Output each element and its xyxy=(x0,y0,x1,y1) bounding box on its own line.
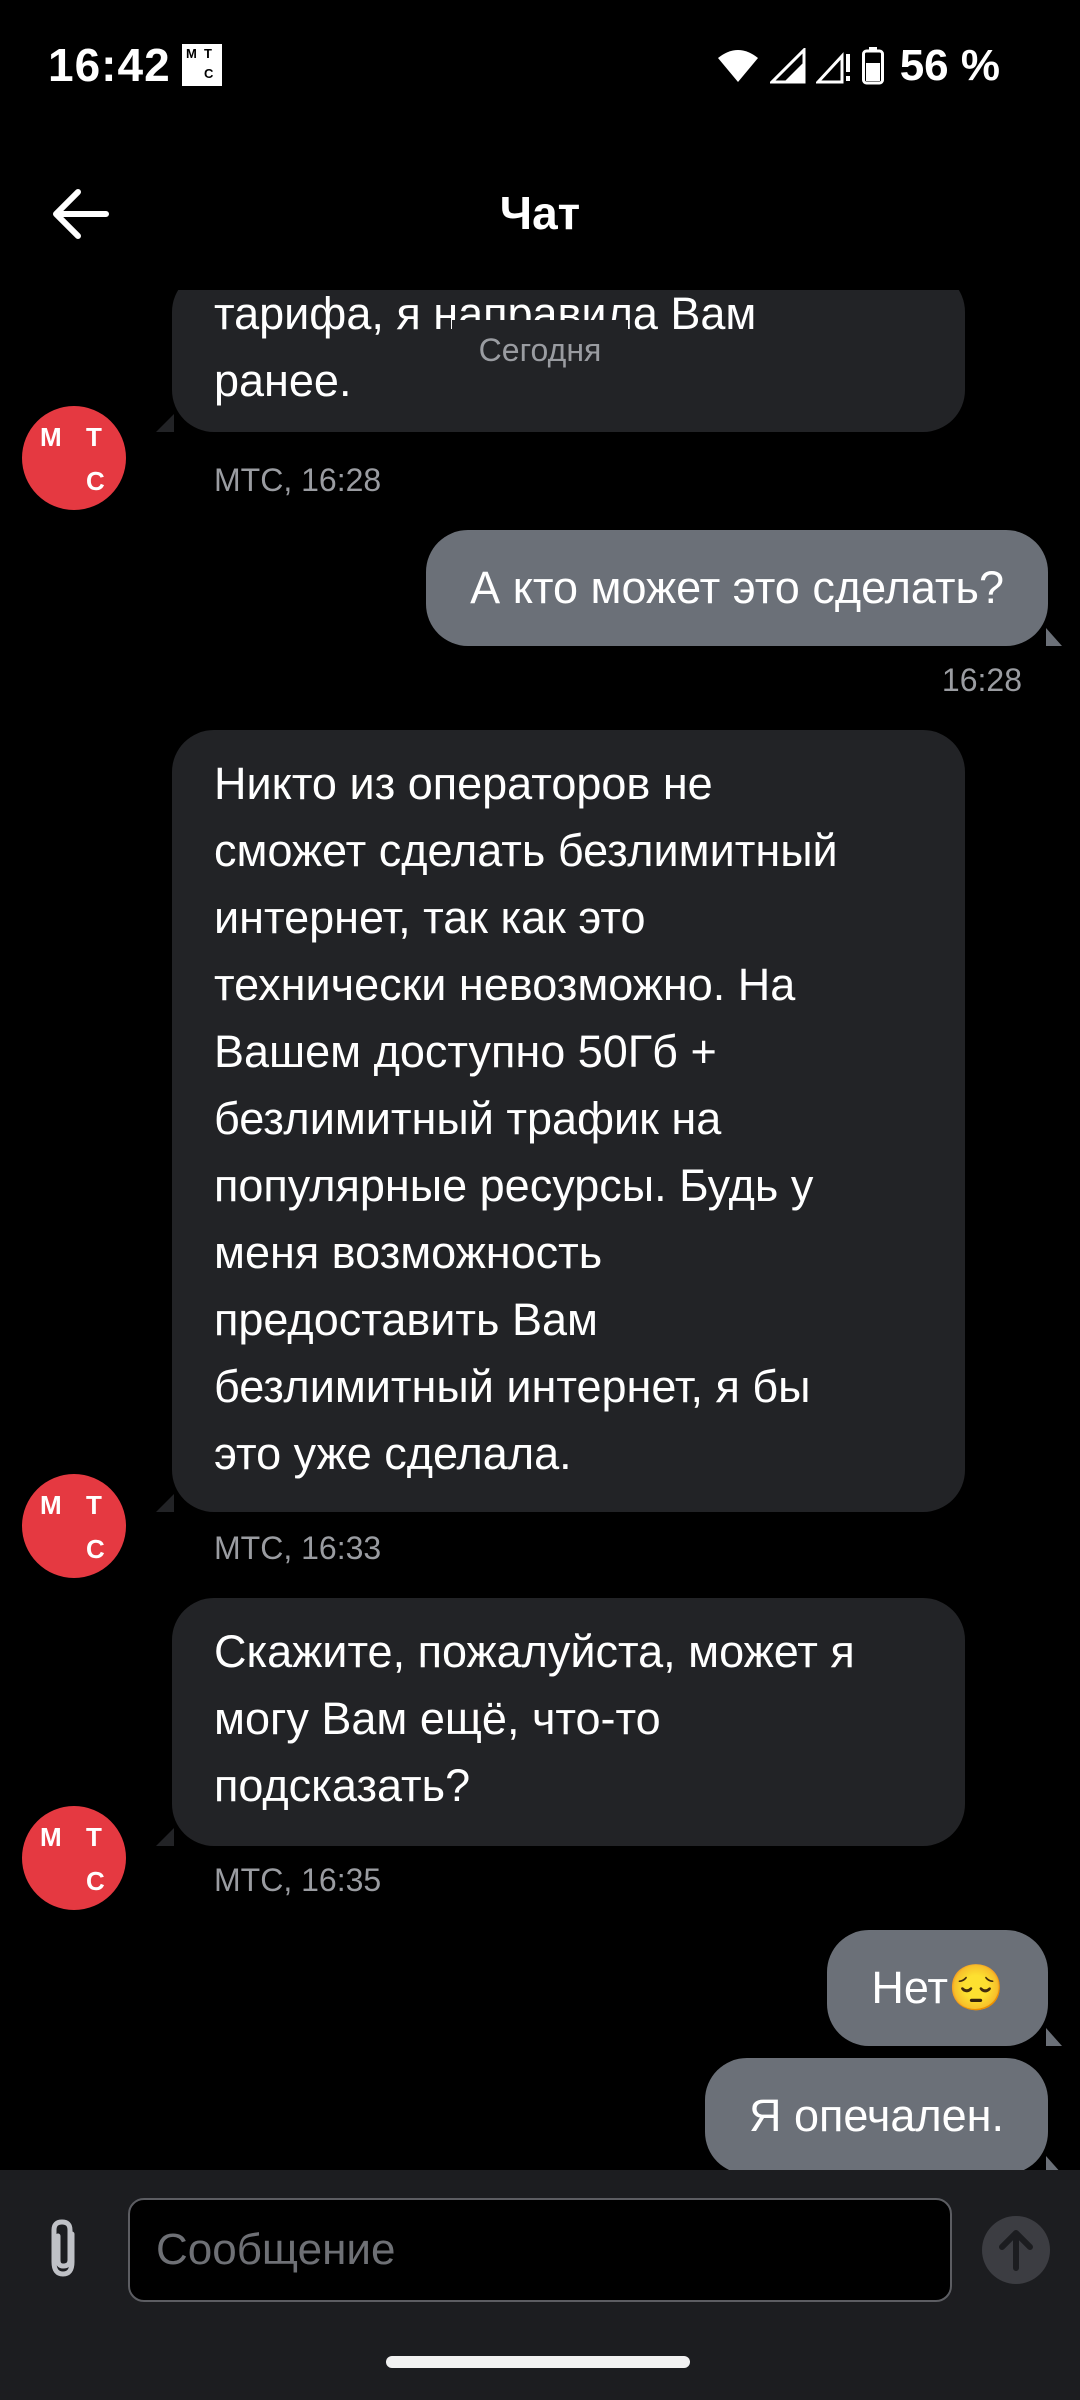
message-line: популярные ресурсы. Будь у xyxy=(214,1160,814,1211)
status-bar: 16:42 М Т С 56 % xyxy=(0,0,1080,130)
message-line: предоставить Вам xyxy=(214,1294,598,1345)
bubble-tail xyxy=(1046,2028,1062,2046)
paperclip-icon xyxy=(51,2219,75,2277)
battery-percent: 56 % xyxy=(899,41,1000,90)
message-line: Скажите, пожалуйста, может я xyxy=(214,1626,855,1677)
system-nav-bar xyxy=(0,2330,1080,2400)
message-bubble-outgoing[interactable]: А кто может это сделать? xyxy=(426,530,1062,646)
bubble-tail xyxy=(1046,628,1062,646)
page-title: Чат xyxy=(499,187,581,239)
avatar: М Т С xyxy=(22,406,126,510)
message-line: интернет, так как это xyxy=(214,892,646,943)
message-meta: МТС, 16:33 xyxy=(214,1530,382,1566)
message-bubble-outgoing[interactable]: Нет😔 xyxy=(827,1930,1062,2046)
battery-icon xyxy=(861,47,884,85)
message-meta: МТС, 16:35 xyxy=(214,1862,382,1898)
message-input[interactable] xyxy=(128,2198,952,2302)
message-line: подсказать? xyxy=(214,1760,471,1811)
message-list[interactable]: тарифа, я направила Вам ранее. Сегодня М… xyxy=(0,290,1080,2170)
status-time: 16:42 xyxy=(48,39,171,91)
message-composer xyxy=(0,2170,1080,2330)
status-icons: 56 % xyxy=(716,38,1000,94)
message-bubble-outgoing[interactable]: Я опечален. xyxy=(704,2058,1062,2170)
message-bubble-incoming[interactable]: Скажите, пожалуйста, может я могу Вам ещ… xyxy=(156,1598,965,1846)
message-line: Вашем доступно 50Гб + xyxy=(214,1026,717,1077)
message-line: безлимитный трафик на xyxy=(214,1093,722,1144)
message-text: Я опечален. xyxy=(748,2090,1004,2141)
pensive-face-emoji: 😔 xyxy=(947,1962,1004,2013)
chat-header: Чат xyxy=(0,130,1080,290)
message-line: безлимитный интернет, я бы xyxy=(214,1361,811,1412)
bubble-tail xyxy=(1046,2156,1062,2170)
wifi-icon xyxy=(717,50,758,82)
date-separator: Сегодня xyxy=(452,320,628,380)
signal-icon xyxy=(769,48,806,84)
message-line: могу Вам ещё, что-то xyxy=(214,1693,661,1744)
signal-alert-icon xyxy=(815,52,850,84)
message-line: это уже сделала. xyxy=(214,1428,572,1479)
bubble-tail xyxy=(156,414,174,432)
message-bubble-incoming[interactable]: Никто из операторов не сможет сделать бе… xyxy=(156,730,965,1512)
message-meta: МТС, 16:28 xyxy=(214,462,382,498)
message-text: А кто может это сделать? xyxy=(470,562,1004,613)
avatar: М Т С xyxy=(22,1806,126,1910)
message-line: технически невозможно. На xyxy=(214,959,796,1010)
message-text: Нет xyxy=(871,1962,948,2013)
send-arrow-up-icon xyxy=(999,2230,1033,2271)
message-line: Никто из операторов не xyxy=(214,758,713,809)
avatar: М Т С xyxy=(22,1474,126,1578)
home-gesture-handle[interactable] xyxy=(386,2356,690,2368)
message-line: сможет сделать безлимитный xyxy=(214,825,838,876)
message-meta: 16:28 xyxy=(941,662,1022,698)
bubble-tail xyxy=(156,1494,174,1512)
message-line: меня возможность xyxy=(214,1227,603,1278)
send-button[interactable] xyxy=(982,2216,1050,2284)
carrier-logo-icon: М Т С xyxy=(182,44,222,86)
bubble-tail xyxy=(156,1828,174,1846)
attach-button[interactable] xyxy=(38,2216,88,2282)
